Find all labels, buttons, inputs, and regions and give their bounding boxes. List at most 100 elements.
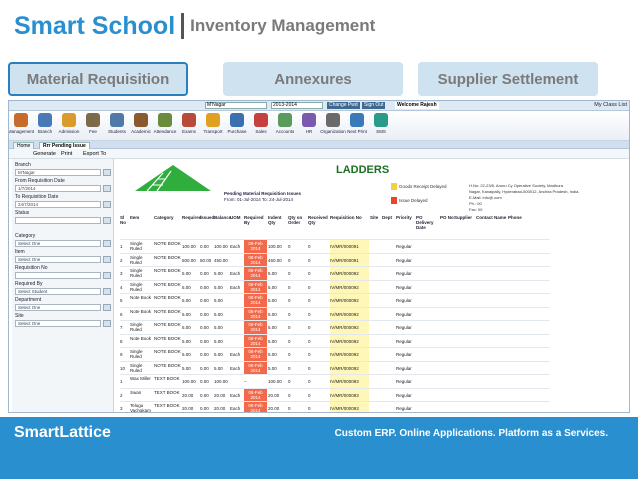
column-header[interactable]: Item <box>130 215 154 238</box>
table-row[interactable]: 5 Note Book NOTE BOOK 5.00 0.00 5.00 08-Feb 20… <box>120 293 550 307</box>
reqno-lookup-icon[interactable] <box>103 272 111 279</box>
cell-priority: Regular <box>396 284 412 290</box>
ribbon-item-admission[interactable]: Admission <box>57 111 81 140</box>
column-header[interactable]: PO No <box>440 215 454 238</box>
export-button[interactable]: Export To <box>83 149 106 159</box>
department-filter[interactable]: Select One <box>15 304 101 311</box>
column-header[interactable]: Required By <box>244 215 268 238</box>
site-filter[interactable]: Select One <box>15 320 101 327</box>
branch-dropdown-icon[interactable] <box>103 169 111 176</box>
cell-req-no: IV/MR/000093 <box>330 388 369 402</box>
table-row[interactable]: 3 Single Ruled NOTE BOOK 5.00 0.00 5.00 Each 08… <box>120 266 550 280</box>
table-row[interactable]: 2 Swan TEXT BOOK 20.00 0.00 20.00 Each 08-Feb 2… <box>120 387 550 402</box>
ribbon-item-next-print[interactable]: Next Print <box>345 111 369 140</box>
tab-annexures[interactable]: Annexures <box>223 62 403 96</box>
column-header[interactable]: Balance <box>214 215 231 238</box>
change-password-link[interactable]: Change Pwd <box>327 102 360 109</box>
site-dropdown-icon[interactable] <box>103 320 111 327</box>
column-header[interactable]: Received Qty <box>308 215 330 238</box>
cell-received: 0 <box>308 257 311 263</box>
to-date-input[interactable]: 24/7/2014 <box>15 201 101 208</box>
year-select[interactable]: 2013-2014 <box>271 102 323 109</box>
table-row[interactable]: 7 Single Ruled NOTE BOOK 5.00 0.00 5.00 08-Feb… <box>120 320 550 334</box>
ribbon-item-sales[interactable]: Sales <box>249 111 273 140</box>
cell-required: 5.00 <box>182 338 191 344</box>
ribbon-item-label: Management <box>8 129 35 134</box>
ribbon-item-attendance[interactable]: Attendance <box>153 111 177 140</box>
table-row[interactable]: 1 Wax Miller TEXT BOOK 100.00 0.00 100.00 -- 10… <box>120 374 550 388</box>
column-header[interactable]: Required <box>182 215 202 238</box>
department-dropdown-icon[interactable] <box>103 304 111 311</box>
column-header[interactable]: Phone <box>508 215 550 238</box>
ribbon-item-hr[interactable]: HR <box>297 111 321 140</box>
table-row[interactable]: 6 Note Book NOTE BOOK 5.00 0.00 5.00 08-Feb 20… <box>120 306 550 321</box>
column-header[interactable]: Priority <box>396 215 416 238</box>
ribbon-item-fee[interactable]: Fee <box>81 111 105 140</box>
tab-home[interactable]: Home <box>13 142 35 149</box>
status-filter[interactable] <box>15 217 101 224</box>
required-by-filter[interactable]: Select Student <box>15 288 101 295</box>
cell-priority: Regular <box>396 406 412 411</box>
branch-select[interactable]: M'Nagar <box>205 102 267 109</box>
class-list-link[interactable]: My Class List <box>594 102 627 109</box>
table-row[interactable]: 4 Single Ruled NOTE BOOK 5.00 0.00 5.00 Each 08… <box>120 279 550 294</box>
cell-required-by: 08-Feb 2014 <box>244 280 267 294</box>
cell-required-by: 08-Feb 2014 <box>244 321 267 334</box>
report-area: LADDERS Pending Material Requisition Iss… <box>116 159 629 412</box>
cell-req-no: IV/MR/000092 <box>330 321 369 334</box>
column-header[interactable]: Issued <box>200 215 214 238</box>
cell-sl: 1 <box>120 379 123 384</box>
column-header[interactable]: PO Delivery Date <box>416 215 440 238</box>
table-row[interactable]: 1 Single Ruled NOTE BOOK 100.00 0.00 100.00 Ea… <box>120 239 550 253</box>
ribbon-item-branch[interactable]: Branch <box>33 111 57 140</box>
tab-supplier-settlement[interactable]: Supplier Settlement <box>418 62 598 96</box>
reqno-input[interactable] <box>15 272 101 279</box>
item-dropdown-icon[interactable] <box>103 256 111 263</box>
cell-uom <box>230 308 243 321</box>
column-header[interactable]: Sl No <box>120 215 130 238</box>
ribbon-item-accounts[interactable]: Accounts <box>273 111 297 140</box>
ribbon-item-students[interactable]: Students <box>105 111 129 140</box>
tab-pending-issue[interactable]: Rrr Pending Issue <box>39 142 90 149</box>
to-calendar-icon[interactable] <box>103 201 111 208</box>
ribbon-item-label: Transport <box>203 129 223 134</box>
sign-out-link[interactable]: Sign Out <box>362 102 386 109</box>
item-filter[interactable]: Select One <box>15 256 101 263</box>
ribbon-item-exams[interactable]: Exams <box>177 111 201 140</box>
table-row[interactable]: 3 Telugu Vachakam TEXT BOOK 20.00 0.00 20.00 E… <box>120 401 550 412</box>
table-row[interactable]: 9 Single Ruled NOTE BOOK 5.00 0.00 5.00 Each 08… <box>120 347 550 361</box>
table-row[interactable]: 2 Single Ruled NOTE BOOK 500.00 50.00 450.00 0… <box>120 252 550 267</box>
cell-priority: Regular <box>396 365 412 371</box>
category-dropdown-icon[interactable] <box>103 240 111 247</box>
column-header[interactable]: Qty on Order <box>288 215 308 238</box>
column-header[interactable]: Requisition No <box>330 215 370 238</box>
from-date-input[interactable]: 1/7/2014 <box>15 185 101 192</box>
ribbon-item-label: Students <box>108 129 126 134</box>
column-header[interactable]: Supplier <box>454 215 476 238</box>
column-header[interactable]: Contact Name <box>476 215 508 238</box>
column-header[interactable]: UOM <box>230 215 244 238</box>
accounts-icon <box>278 113 292 127</box>
column-header[interactable]: Dept <box>382 215 396 238</box>
table-row[interactable]: 10 Single Ruled NOTE BOOK 5.00 0.00 5.00 Each 0… <box>120 360 550 375</box>
required-by-dropdown-icon[interactable] <box>103 288 111 295</box>
ribbon-item-academic[interactable]: Academic <box>129 111 153 140</box>
status-dropdown-icon[interactable] <box>103 217 111 224</box>
column-header[interactable]: Category <box>154 215 182 238</box>
column-header[interactable]: Site <box>370 215 382 238</box>
column-header[interactable]: Indent Qty <box>268 215 288 238</box>
ribbon-item-sms[interactable]: SMS <box>369 111 393 140</box>
branch-filter[interactable]: M'Nagar <box>15 169 101 176</box>
sms-icon <box>374 113 388 127</box>
table-row[interactable]: 8 Note Book NOTE BOOK 5.00 0.00 5.00 08-Feb 20… <box>120 333 550 348</box>
ribbon-item-transport[interactable]: Transport <box>201 111 225 140</box>
from-calendar-icon[interactable] <box>103 185 111 192</box>
cell-issued: 0.00 <box>200 379 209 384</box>
print-button[interactable]: Print <box>61 149 72 159</box>
category-filter[interactable]: Select One <box>15 240 101 247</box>
generate-button[interactable]: Generate <box>33 149 56 159</box>
ribbon-item-management[interactable]: Management <box>8 111 35 140</box>
ribbon-item-organization[interactable]: Organization <box>320 111 346 140</box>
ribbon-item-purchase[interactable]: Purchase <box>225 111 249 140</box>
tab-material-requisition[interactable]: Material Requisition <box>8 62 188 96</box>
